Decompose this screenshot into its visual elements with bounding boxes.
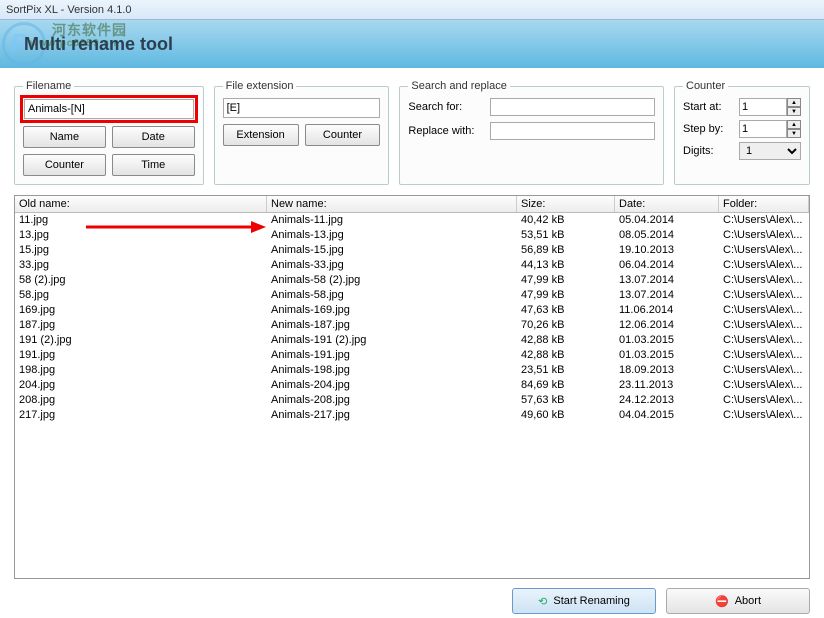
table-row[interactable]: 33.jpgAnimals-33.jpg44,13 kB06.04.2014C:… <box>15 258 809 273</box>
table-row[interactable]: 169.jpgAnimals-169.jpg47,63 kB11.06.2014… <box>15 303 809 318</box>
table-row[interactable]: 15.jpgAnimals-15.jpg56,89 kB19.10.2013C:… <box>15 243 809 258</box>
col-date[interactable]: Date: <box>615 196 719 212</box>
table-row[interactable]: 217.jpgAnimals-217.jpg49,60 kB04.04.2015… <box>15 408 809 423</box>
search-legend: Search and replace <box>408 80 509 92</box>
window-title: SortPix XL - Version 4.1.0 <box>0 0 824 20</box>
date-button[interactable]: Date <box>112 126 195 148</box>
highlight-annotation <box>20 95 198 123</box>
table-body[interactable]: 11.jpgAnimals-11.jpg40,42 kB05.04.2014C:… <box>15 213 809 578</box>
extension-button[interactable]: Extension <box>223 124 299 146</box>
table-row[interactable]: 198.jpgAnimals-198.jpg23,51 kB18.09.2013… <box>15 363 809 378</box>
replacewith-label: Replace with: <box>408 125 484 137</box>
time-button[interactable]: Time <box>112 154 195 176</box>
table-row[interactable]: 58 (2).jpgAnimals-58 (2).jpg47,99 kB13.0… <box>15 273 809 288</box>
table-row[interactable]: 208.jpgAnimals-208.jpg57,63 kB24.12.2013… <box>15 393 809 408</box>
replacewith-input[interactable] <box>490 122 655 140</box>
extension-input[interactable] <box>223 98 381 118</box>
filename-legend: Filename <box>23 80 74 92</box>
digits-select[interactable]: 1 <box>739 142 801 160</box>
table-row[interactable]: 191.jpgAnimals-191.jpg42,88 kB01.03.2015… <box>15 348 809 363</box>
extension-legend: File extension <box>223 80 297 92</box>
filename-input[interactable] <box>24 99 194 119</box>
counter-legend: Counter <box>683 80 728 92</box>
table-row[interactable]: 191 (2).jpgAnimals-191 (2).jpg42,88 kB01… <box>15 333 809 348</box>
table-row[interactable]: 187.jpgAnimals-187.jpg70,26 kB12.06.2014… <box>15 318 809 333</box>
extension-group: File extension Extension Counter <box>214 80 390 185</box>
filename-group: Filename Name Date Counter Time <box>14 80 204 185</box>
name-button[interactable]: Name <box>23 126 106 148</box>
col-folder[interactable]: Folder: <box>719 196 809 212</box>
stepby-up-button[interactable]: ▲ <box>787 120 801 129</box>
digits-label: Digits: <box>683 145 733 157</box>
table-row[interactable]: 58.jpgAnimals-58.jpg47,99 kB13.07.2014C:… <box>15 288 809 303</box>
col-newname[interactable]: New name: <box>267 196 517 212</box>
abort-button[interactable]: ⛔ Abort <box>666 588 810 614</box>
col-size[interactable]: Size: <box>517 196 615 212</box>
stepby-input[interactable] <box>739 120 787 138</box>
counter-button[interactable]: Counter <box>23 154 106 176</box>
table-row[interactable]: 13.jpgAnimals-13.jpg53,51 kB08.05.2014C:… <box>15 228 809 243</box>
ribbon-header: P 河东软件园 www.pc0359.cn Multi rename tool <box>0 20 824 68</box>
search-replace-group: Search and replace Search for: Replace w… <box>399 80 664 185</box>
stepby-label: Step by: <box>683 123 733 135</box>
startat-input[interactable] <box>739 98 787 116</box>
startat-up-button[interactable]: ▲ <box>787 98 801 107</box>
abort-icon: ⛔ <box>715 595 729 608</box>
rename-icon: ⟲ <box>538 595 547 608</box>
col-oldname[interactable]: Old name: <box>15 196 267 212</box>
searchfor-label: Search for: <box>408 101 484 113</box>
table-row[interactable]: 11.jpgAnimals-11.jpg40,42 kB05.04.2014C:… <box>15 213 809 228</box>
searchfor-input[interactable] <box>490 98 655 116</box>
startat-label: Start at: <box>683 101 733 113</box>
file-table: Old name: New name: Size: Date: Folder: … <box>14 195 810 579</box>
table-row[interactable]: 204.jpgAnimals-204.jpg84,69 kB23.11.2013… <box>15 378 809 393</box>
stepby-down-button[interactable]: ▼ <box>787 129 801 138</box>
ext-counter-button[interactable]: Counter <box>305 124 381 146</box>
startat-down-button[interactable]: ▼ <box>787 107 801 116</box>
start-renaming-button[interactable]: ⟲ Start Renaming <box>512 588 656 614</box>
page-title: Multi rename tool <box>24 34 173 55</box>
counter-group: Counter Start at: ▲▼ Step by: ▲▼ Digits:… <box>674 80 810 185</box>
